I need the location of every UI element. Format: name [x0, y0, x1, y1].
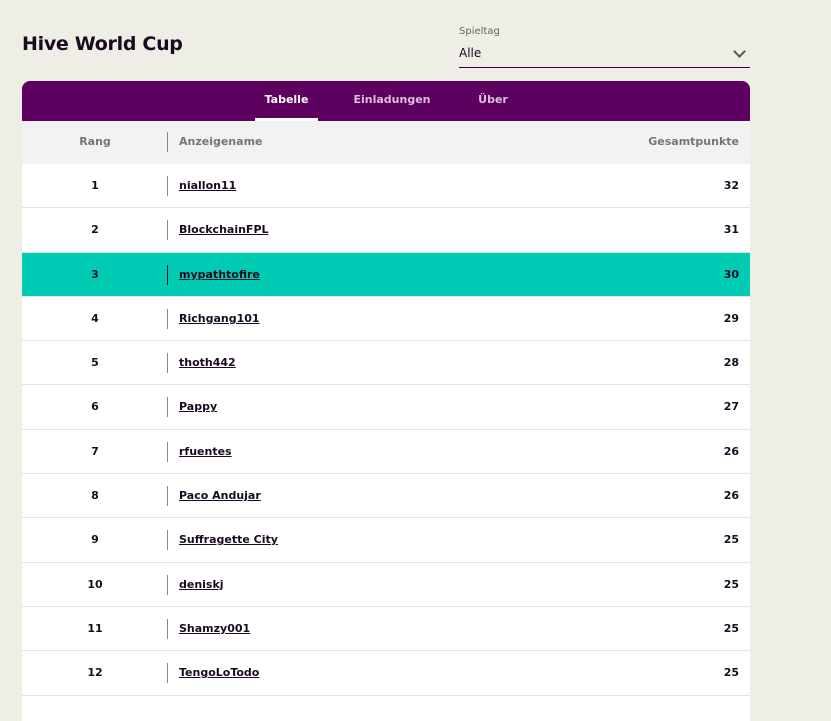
column-divider [167, 353, 168, 374]
row-rank: 8 [91, 489, 99, 503]
column-divider [167, 176, 168, 196]
column-divider [167, 264, 168, 285]
row-rank: 9 [91, 533, 99, 547]
league-table-card: Tabelle Einladungen Über Rang Anzeigenam… [22, 81, 750, 721]
tab-ueber[interactable]: Über [472, 81, 514, 121]
column-divider [167, 397, 168, 418]
table-header: Rang Anzeigename Gesamtpunkte [22, 121, 750, 164]
row-points: 25 [723, 621, 739, 635]
row-rank: 3 [91, 267, 99, 281]
column-divider [167, 663, 168, 684]
chevron-down-icon [733, 45, 746, 58]
spieltag-select[interactable]: Spieltag Alle [459, 26, 750, 68]
column-divider [167, 486, 168, 507]
row-player-link[interactable]: BlockchainFPL [179, 223, 269, 236]
row-player-link[interactable]: Suffragette City [179, 533, 278, 546]
row-rank: 1 [91, 179, 99, 192]
row-points: 25 [723, 666, 739, 680]
row-player-link[interactable]: Paco Andujar [179, 489, 261, 502]
table-row: 5 thoth442 28 [22, 341, 750, 386]
table-row: 4 Richgang101 29 [22, 297, 750, 342]
table-row: 12 TengoLoTodo 25 [22, 651, 750, 696]
header-name: Anzeigename [179, 135, 263, 148]
table-row: 11 Shamzy001 25 [22, 607, 750, 652]
table-row: 9 Suffragette City 25 [22, 518, 750, 563]
column-divider [167, 530, 168, 551]
row-rank: 7 [91, 444, 99, 458]
row-rank: 10 [87, 577, 103, 591]
row-player-link[interactable]: Pappy [179, 400, 217, 413]
row-player-link[interactable]: Shamzy001 [179, 622, 250, 635]
tab-tabelle[interactable]: Tabelle [255, 81, 318, 121]
row-player-link[interactable]: TengoLoTodo [179, 666, 259, 679]
row-points: 26 [723, 444, 739, 458]
table-row: 7 rfuentes 26 [22, 430, 750, 475]
table-row: 3 mypathtofire 30 [22, 252, 750, 297]
table-row: 1 niallon11 32 [22, 164, 750, 209]
row-points: 32 [723, 179, 739, 192]
row-points: 31 [723, 223, 739, 237]
row-rank: 5 [91, 356, 99, 370]
row-points: 25 [723, 533, 739, 547]
row-points: 28 [723, 356, 739, 370]
column-divider [167, 308, 168, 329]
row-points: 25 [723, 577, 739, 591]
table-row: 6 Pappy 27 [22, 385, 750, 430]
header-points: Gesamtpunkte [648, 135, 739, 148]
table-row: 2 BlockchainFPL 31 [22, 208, 750, 253]
column-divider [167, 618, 168, 639]
row-rank: 2 [91, 223, 99, 237]
row-points: 30 [723, 267, 739, 281]
header-rank: Rang [79, 135, 111, 148]
row-player-link[interactable]: niallon11 [179, 179, 236, 192]
row-points: 26 [723, 489, 739, 503]
row-player-link[interactable]: deniskj [179, 578, 224, 591]
row-rank: 11 [87, 621, 103, 635]
page-title: Hive World Cup [22, 33, 183, 55]
column-divider [167, 220, 168, 241]
tab-einladungen[interactable]: Einladungen [352, 81, 432, 121]
tab-bar: Tabelle Einladungen Über [22, 81, 750, 121]
row-player-link[interactable]: thoth442 [179, 356, 236, 369]
table-body: 1 niallon11 32 2 BlockchainFPL 31 3 mypathtofir… [22, 164, 750, 696]
row-points: 27 [723, 400, 739, 414]
table-row: 10 deniskj 25 [22, 563, 750, 607]
row-rank: 6 [91, 400, 99, 414]
spieltag-label: Spieltag [459, 26, 500, 37]
row-rank: 4 [91, 311, 99, 325]
row-points: 29 [723, 311, 739, 325]
spieltag-value: Alle [459, 46, 482, 60]
table-row: 8 Paco Andujar 26 [22, 474, 750, 519]
column-divider [167, 132, 168, 152]
row-player-link[interactable]: rfuentes [179, 445, 232, 458]
row-player-link[interactable]: mypathtofire [179, 268, 260, 281]
row-player-link[interactable]: Richgang101 [179, 312, 260, 325]
row-rank: 12 [87, 666, 103, 680]
column-divider [167, 441, 168, 462]
column-divider [167, 574, 168, 595]
